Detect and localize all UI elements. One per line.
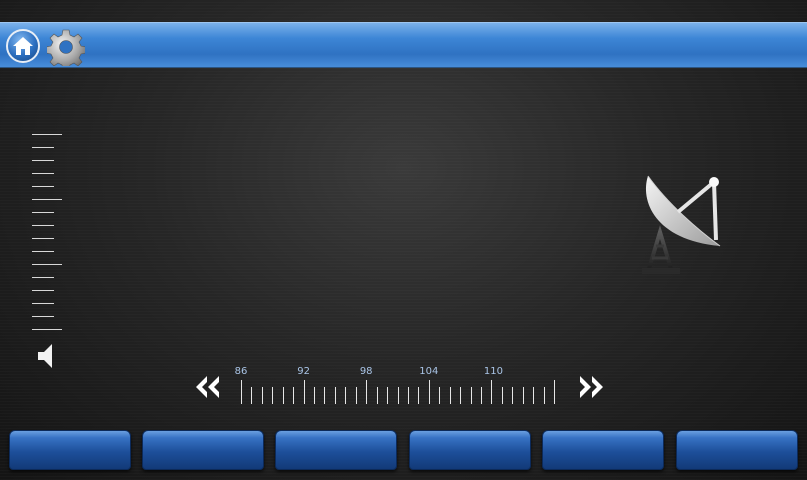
- volume-tick: [32, 303, 54, 304]
- volume-scale[interactable]: [28, 128, 68, 338]
- volume-tick: [32, 186, 54, 187]
- home-button[interactable]: [6, 29, 40, 63]
- frequency-tick: [272, 387, 274, 404]
- softkey-bar: [0, 430, 807, 472]
- frequency-label: 98: [359, 366, 373, 377]
- volume-tick: [32, 238, 54, 239]
- frequency-tick: [522, 387, 524, 404]
- softkey-4[interactable]: [409, 430, 531, 470]
- frequency-tick: [387, 387, 389, 404]
- frequency-tick: [460, 387, 462, 404]
- softkey-2[interactable]: [142, 430, 264, 470]
- frequency-tick: [439, 387, 441, 404]
- speaker-icon: [38, 344, 52, 368]
- volume-tick: [32, 264, 62, 265]
- volume-tick: [32, 290, 54, 291]
- top-bar: [0, 22, 807, 68]
- frequency-label: 92: [297, 366, 310, 377]
- frequency-tick: [543, 387, 545, 404]
- frequency-tick: [554, 380, 555, 404]
- frequency-tick: [501, 387, 503, 404]
- frequency-label: 86: [234, 366, 248, 377]
- frequency-tick: [428, 380, 430, 404]
- frequency-tick: [261, 387, 263, 404]
- frequency-tick: [314, 387, 316, 404]
- frequency-tick: [533, 387, 535, 404]
- volume-tick: [32, 316, 54, 317]
- frequency-tick: [376, 387, 378, 404]
- softkey-5[interactable]: [542, 430, 664, 470]
- mute-button[interactable]: [36, 343, 56, 369]
- frequency-tick: [345, 387, 347, 404]
- frequency-tick: [334, 387, 336, 404]
- frequency-tick: [324, 387, 326, 404]
- frequency-tick: [282, 387, 284, 404]
- volume-tick: [32, 199, 62, 200]
- source-indicator: [638, 170, 730, 276]
- frequency-tick: [355, 387, 357, 404]
- volume-tick: [32, 277, 54, 278]
- softkey-1[interactable]: [9, 430, 131, 470]
- frequency-tick: [397, 387, 399, 404]
- frequency-tick: [407, 387, 409, 404]
- frequency-tick: [366, 380, 368, 404]
- softkey-3[interactable]: [275, 430, 397, 470]
- frequency-label: 104: [419, 366, 439, 377]
- volume-tick: [32, 160, 54, 161]
- frequency-tick: [470, 387, 472, 404]
- softkey-6[interactable]: [676, 430, 798, 470]
- volume-tick: [32, 147, 54, 148]
- frequency-tick: [418, 387, 420, 404]
- seek-forward-button[interactable]: [576, 372, 606, 402]
- frequency-tick: [251, 387, 253, 404]
- frequency-tick: [480, 387, 482, 404]
- seek-back-button[interactable]: [193, 372, 223, 402]
- frequency-scale[interactable]: 86 92 98 104 110: [232, 364, 567, 410]
- frequency-tick: [293, 387, 295, 404]
- frequency-tick: [449, 387, 451, 404]
- volume-tick: [32, 329, 62, 330]
- satellite-dish-icon: [642, 175, 721, 274]
- fast-forward-icon: [580, 376, 603, 398]
- home-icon: [13, 37, 33, 55]
- volume-tick: [32, 173, 54, 174]
- frequency-tick: [241, 380, 242, 404]
- frequency-tick: [491, 380, 493, 404]
- rewind-icon: [196, 376, 219, 398]
- frequency-tick: [512, 387, 514, 404]
- volume-tick: [32, 134, 62, 135]
- volume-tick: [32, 225, 54, 226]
- settings-button[interactable]: [45, 28, 87, 71]
- volume-tick: [32, 251, 54, 252]
- volume-tick: [32, 212, 54, 213]
- frequency-tick: [303, 380, 305, 404]
- gear-icon: [45, 29, 87, 71]
- frequency-label: 110: [483, 366, 503, 377]
